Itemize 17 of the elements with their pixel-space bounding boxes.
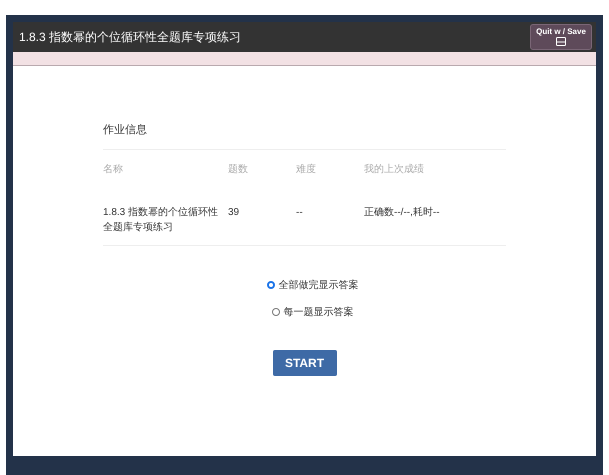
- column-header: 我的上次成绩: [364, 162, 425, 176]
- section-title: 作业信息: [103, 122, 506, 150]
- quit-save-button[interactable]: Quit w / Save: [530, 24, 592, 50]
- column-header: 名称: [103, 162, 124, 176]
- table-cell-text: 正确数--/--,耗时--: [364, 206, 441, 220]
- column-header: 难度: [296, 162, 317, 176]
- option-label: 全部做完显示答案: [278, 278, 358, 292]
- column-header: 题数: [228, 162, 249, 176]
- option-label: 每一题显示答案: [284, 306, 354, 320]
- table-cell-text: --: [296, 206, 304, 220]
- table-cell-text: 1.8.3 指数幂的个位循环性全题库专项练习: [103, 206, 220, 234]
- save-icon: [556, 37, 566, 46]
- radio-button[interactable]: [272, 308, 280, 316]
- radio-button[interactable]: [266, 281, 274, 289]
- window-title: 1.8.3 指数幂的个位循环性全题库专项练习: [19, 29, 242, 46]
- start-button[interactable]: START: [272, 350, 336, 376]
- table-cell-text: 39: [228, 206, 240, 220]
